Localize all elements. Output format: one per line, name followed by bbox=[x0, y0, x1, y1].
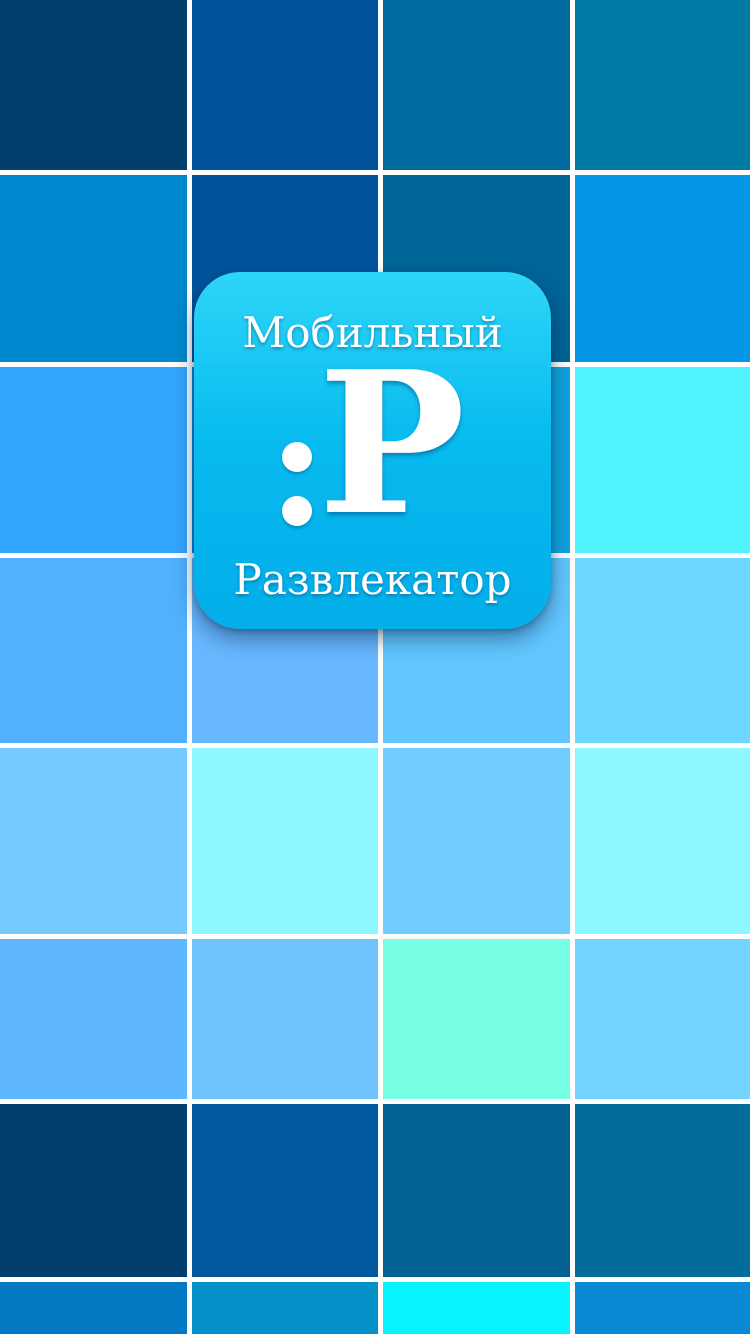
grid-tile bbox=[383, 1282, 570, 1334]
grid-tile bbox=[575, 367, 750, 553]
grid-tile bbox=[0, 1282, 187, 1334]
grid-tile bbox=[383, 939, 570, 1099]
grid-tile bbox=[192, 1282, 378, 1334]
logo-letter: P bbox=[318, 329, 466, 559]
grid-tile bbox=[575, 0, 750, 170]
logo-colon-icon bbox=[274, 368, 314, 538]
colon-dot-bottom bbox=[282, 496, 312, 526]
logo-bottom-text: Развлекатор bbox=[233, 555, 512, 604]
grid-tile bbox=[192, 939, 378, 1099]
splash-screen: Мобильный P Развлекатор bbox=[0, 0, 750, 1334]
grid-tile bbox=[383, 1104, 570, 1277]
grid-tile bbox=[192, 748, 378, 934]
grid-tile bbox=[192, 0, 378, 170]
grid-tile bbox=[0, 558, 187, 743]
grid-tile bbox=[575, 748, 750, 934]
grid-tile bbox=[0, 175, 187, 362]
grid-tile bbox=[383, 748, 570, 934]
logo-mark: P bbox=[274, 346, 465, 542]
tile-grid-background bbox=[0, 0, 750, 1334]
colon-dot-top bbox=[282, 442, 312, 472]
grid-tile bbox=[575, 939, 750, 1099]
grid-tile bbox=[192, 1104, 378, 1277]
grid-tile bbox=[0, 367, 187, 553]
grid-tile bbox=[383, 0, 570, 170]
grid-tile bbox=[0, 939, 187, 1099]
grid-tile bbox=[0, 748, 187, 934]
grid-tile bbox=[575, 175, 750, 362]
grid-tile bbox=[575, 1282, 750, 1334]
grid-tile bbox=[0, 0, 187, 170]
grid-tile bbox=[0, 1104, 187, 1277]
app-logo-icon: Мобильный P Развлекатор bbox=[194, 272, 551, 629]
grid-tile bbox=[575, 1104, 750, 1277]
grid-tile bbox=[575, 558, 750, 743]
